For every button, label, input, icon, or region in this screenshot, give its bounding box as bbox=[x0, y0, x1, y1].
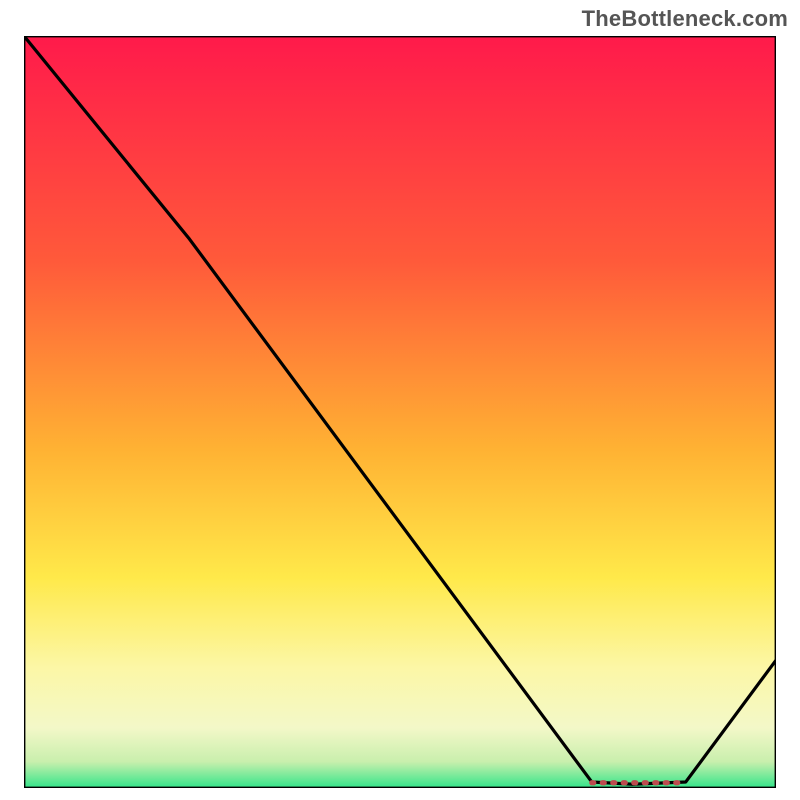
bottleneck-chart bbox=[24, 36, 776, 788]
attribution-label: TheBottleneck.com bbox=[582, 6, 788, 32]
chart-svg bbox=[24, 36, 776, 788]
gradient-background bbox=[24, 36, 776, 788]
